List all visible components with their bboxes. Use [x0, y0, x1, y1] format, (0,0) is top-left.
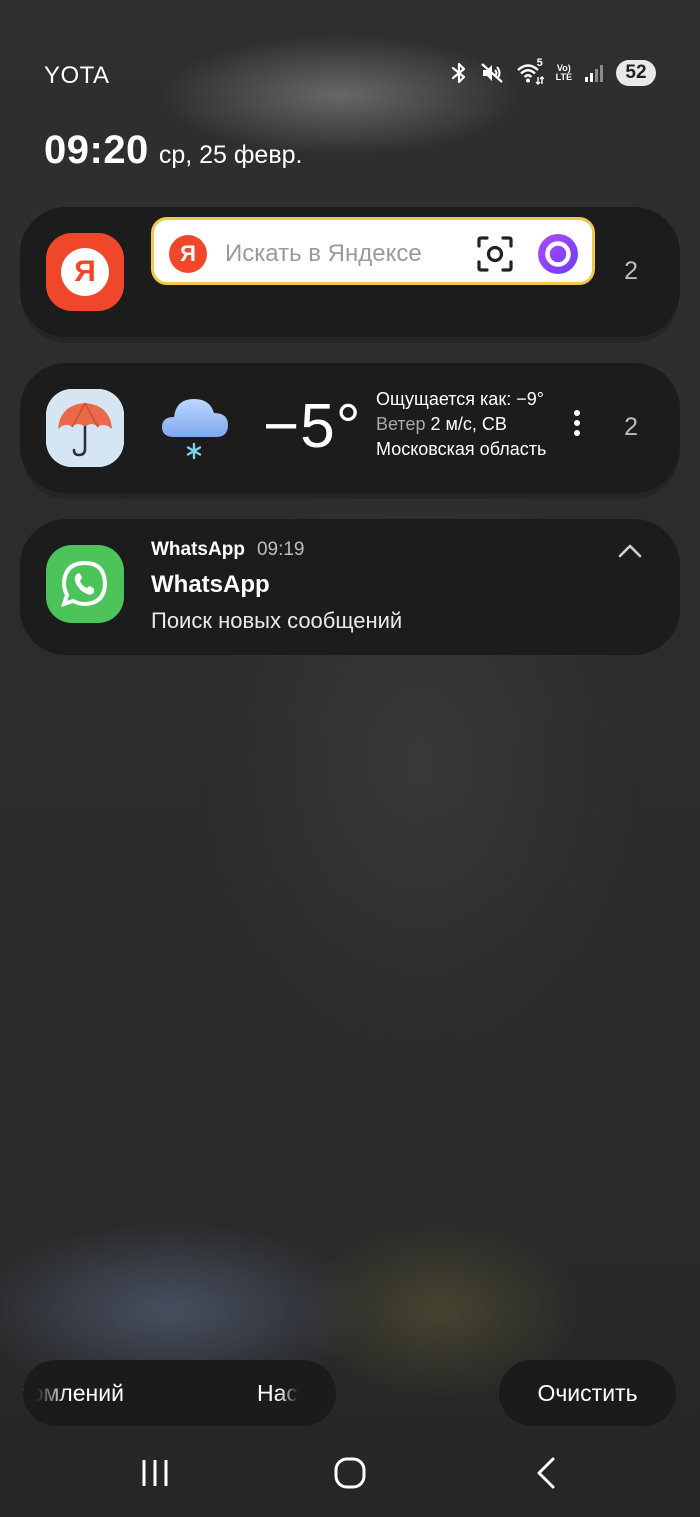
whatsapp-app-icon[interactable] [46, 545, 124, 623]
chevron-up-icon[interactable] [618, 543, 642, 564]
location: Московская область [376, 439, 547, 459]
status-bar: YOTA 5 Vo) LTE 52 [0, 57, 700, 94]
notification-time: 09:19 [256, 539, 305, 560]
volte-icon: Vo) LTE [556, 64, 572, 82]
notification-count[interactable]: 2 [624, 413, 638, 442]
carrier-name: YOTA [44, 62, 110, 89]
yandex-search-bar[interactable]: Я Искать в Яндексе [151, 217, 595, 285]
status-icons: 5 Vo) LTE 52 [450, 57, 656, 86]
wind-value: 2 м/с, СВ [430, 414, 507, 434]
recent-apps-icon[interactable] [140, 1456, 170, 1495]
more-options-icon[interactable] [573, 409, 581, 442]
wifi-icon: 5 [516, 57, 544, 85]
yandex-app-icon[interactable]: Я [46, 233, 124, 311]
notification-weather[interactable]: −5° Ощущается как: −9° Ветер 2 м/с, СВ М… [20, 363, 680, 493]
feels-like: Ощущается как: −9° [376, 389, 544, 409]
notification-app-name: WhatsApp [151, 539, 245, 560]
camera-scan-icon[interactable] [476, 235, 514, 278]
navigation-bar [0, 1440, 700, 1510]
notification-whatsapp[interactable]: WhatsApp 09:19 WhatsApp Поиск новых сообщ… [20, 519, 680, 655]
wind-label: Ветер [376, 414, 426, 434]
bluetooth-icon [450, 61, 468, 85]
notification-settings-label: едомлений [23, 1380, 124, 1406]
home-icon[interactable] [334, 1456, 366, 1495]
yandex-search-logo-icon: Я [169, 235, 207, 273]
clock-time: 09:20 [44, 128, 149, 172]
umbrella-app-icon[interactable] [46, 389, 124, 467]
settings-label: Нас [257, 1380, 298, 1406]
mute-icon [480, 61, 504, 85]
search-placeholder[interactable]: Искать в Яндексе [225, 240, 422, 268]
wind-row: Ветер 2 м/с, СВ [376, 412, 546, 437]
notification-title: WhatsApp [151, 571, 270, 598]
notification-yandex[interactable]: Я Я Искать в Яндексе 2 [20, 207, 680, 337]
notification-text: Поиск новых сообщений [151, 608, 403, 633]
alice-assistant-icon[interactable] [538, 234, 578, 279]
yandex-logo-letter: Я [61, 248, 109, 296]
network-type-label: 5 [536, 57, 543, 69]
battery-icon: 52 [616, 60, 656, 86]
notification-header: WhatsApp 09:19 [151, 539, 304, 561]
temperature: −5° [263, 392, 362, 461]
signal-icon [584, 63, 604, 83]
volte-bottom-label: LTE [555, 72, 572, 82]
weather-details: Ощущается как: −9° Ветер 2 м/с, СВ Моско… [376, 387, 546, 462]
clear-button[interactable]: Очистить [499, 1360, 676, 1426]
notification-count[interactable]: 2 [624, 257, 638, 286]
clock-date: ср, 25 февр. [158, 141, 303, 169]
notification-settings-button[interactable]: едомлений Нас [23, 1360, 336, 1426]
snow-cloud-icon [160, 393, 232, 468]
clock: 09:20 ср, 25 февр. [44, 128, 302, 173]
back-icon[interactable] [534, 1456, 558, 1495]
